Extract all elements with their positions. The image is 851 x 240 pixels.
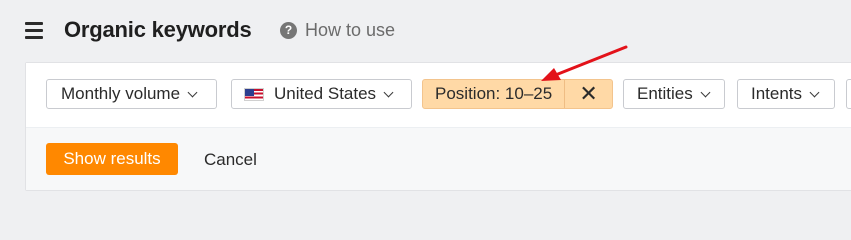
menu-icon[interactable] [25, 22, 45, 39]
chevron-down-icon [187, 87, 198, 97]
how-to-use-link[interactable]: How to use [305, 20, 395, 41]
intents-filter[interactable]: Intents [737, 79, 835, 109]
position-filter[interactable]: Position: 10–25 ✕ [422, 79, 613, 109]
position-filter-label: Position: 10–25 [423, 80, 566, 108]
filters-panel: Monthly volume United States Position: 1… [25, 62, 851, 191]
chevron-down-icon [809, 87, 820, 97]
country-label: United States [274, 84, 377, 103]
chevron-down-icon [383, 87, 394, 97]
filters-row: Monthly volume United States Position: 1… [26, 63, 851, 128]
country-filter[interactable]: United States [231, 79, 412, 109]
intents-label: Intents [751, 84, 803, 103]
close-icon[interactable]: ✕ [565, 80, 612, 108]
cancel-button[interactable]: Cancel [204, 150, 257, 170]
panel-footer: Show results Cancel [26, 128, 851, 190]
show-results-button[interactable]: Show results [46, 143, 178, 175]
us-flag-icon [244, 87, 264, 101]
monthly-volume-label: Monthly volume [61, 84, 181, 103]
more-filter-button[interactable] [846, 79, 851, 109]
page-title: Organic keywords [64, 17, 252, 42]
entities-filter[interactable]: Entities [623, 79, 725, 109]
entities-label: Entities [637, 84, 693, 103]
chevron-down-icon [700, 87, 711, 97]
monthly-volume-filter[interactable]: Monthly volume [46, 79, 217, 109]
top-bar: Organic keywords ? How to use [0, 0, 851, 62]
help-icon[interactable]: ? [280, 22, 297, 39]
